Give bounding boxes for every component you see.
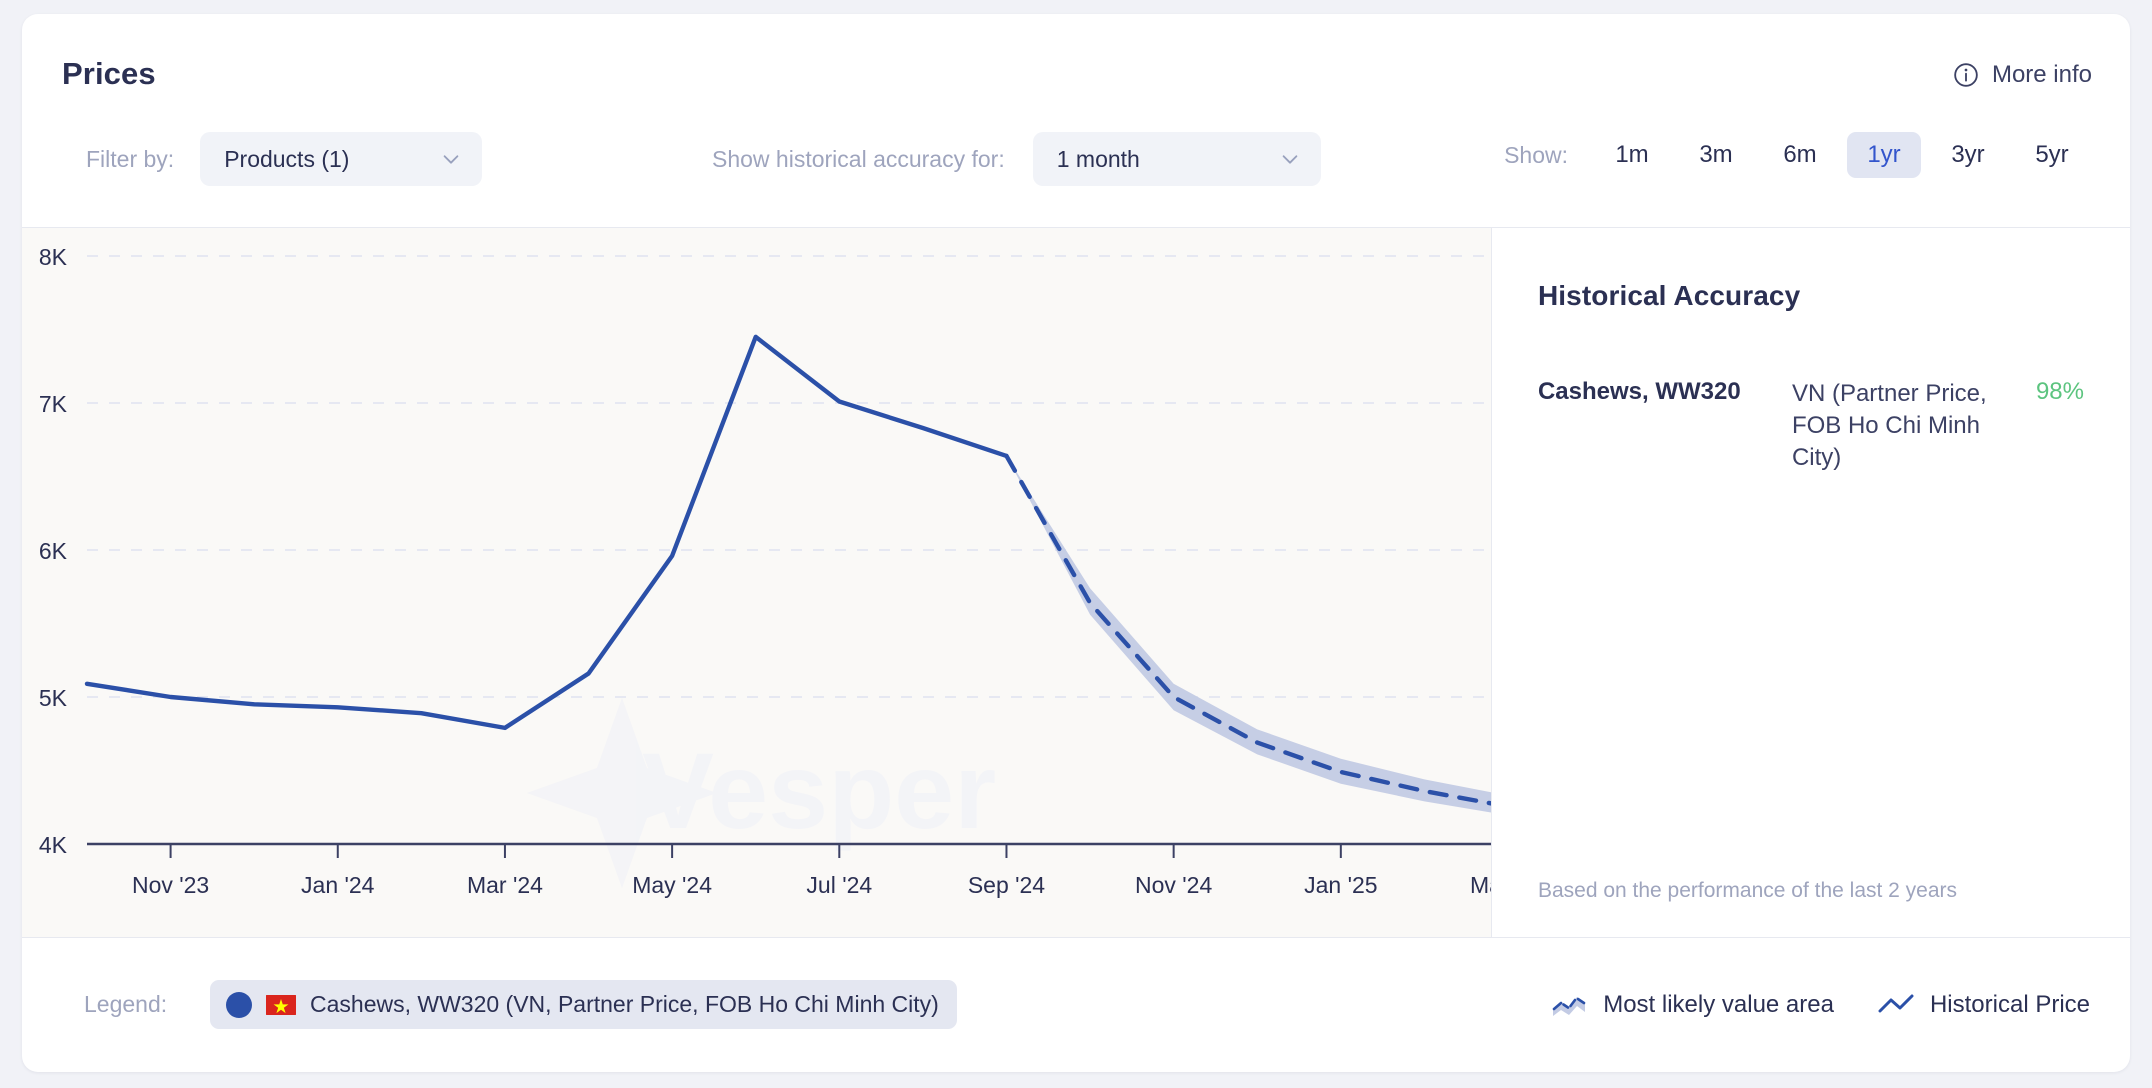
chevron-down-icon [443, 155, 459, 164]
legend-key-historical-price-label: Historical Price [1929, 990, 2090, 1018]
svg-text:8K: 8K [39, 244, 68, 270]
more-info-label: More info [1991, 61, 2092, 88]
accuracy-row: Cashews, WW320 VN (Partner Price, FOB Ho… [1538, 378, 2084, 474]
svg-text:Jul '24: Jul '24 [806, 872, 872, 898]
range-button-1yr[interactable]: 1yr [1847, 132, 1921, 178]
accuracy-product-name: Cashews, WW320 [1537, 378, 1741, 405]
products-filter-select[interactable]: Products (1) [200, 132, 483, 186]
range-button-3m[interactable]: 3m [1679, 132, 1753, 178]
filter-group: Filter by: Products (1) [86, 132, 483, 186]
legend-key-historical-price[interactable]: Historical Price [1878, 991, 2090, 1019]
svg-text:6K: 6K [39, 538, 68, 564]
card-header: Prices More info Filter by: Products (1) [22, 14, 2130, 228]
legend-key-forecast-area-label: Most likely value area [1603, 990, 1834, 1018]
legend-label: Legend: [84, 991, 168, 1017]
toolbar: Filter by: Products (1) Show historical … [22, 132, 2130, 202]
accuracy-label: Show historical accuracy for: [712, 145, 1005, 172]
svg-text:May '24: May '24 [632, 872, 712, 898]
svg-text:Mar '24: Mar '24 [467, 872, 543, 898]
range-button-1m[interactable]: 1m [1595, 132, 1669, 178]
accuracy-note: Based on the performance of the last 2 y… [1537, 879, 1958, 902]
svg-text:Mar '25: Mar '25 [1470, 872, 1492, 898]
accuracy-value: 98% [2035, 378, 2084, 405]
filter-label: Filter by: [86, 145, 175, 172]
products-filter-value: Products (1) [224, 145, 350, 172]
price-chart-svg: Vesper 4K 5K 6K 7K 8K Nov '23 Jan '24 Mar '24 May… [39, 244, 1492, 898]
legend-series-label: Cashews, WW320 (VN, Partner Price, FOB H… [310, 991, 939, 1017]
page-title: Prices [62, 56, 156, 91]
historical-accuracy-panel: Historical Accuracy Cashews, WW320 VN (P… [1491, 228, 2130, 937]
line-chart-icon [1878, 994, 1914, 1012]
price-chart[interactable]: Vesper 4K 5K 6K 7K 8K Nov '23 Jan '24 Mar '24 May… [22, 228, 1492, 937]
range-button-6m[interactable]: 6m [1763, 132, 1837, 178]
historical-accuracy-title: Historical Accuracy [1537, 280, 1801, 311]
prices-card: Prices More info Filter by: Products (1) [22, 14, 2130, 1072]
legend-series-chip[interactable]: Cashews, WW320 (VN, Partner Price, FOB H… [210, 980, 957, 1029]
range-button-5yr[interactable]: 5yr [2015, 132, 2089, 178]
show-label: Show: [1504, 141, 1568, 168]
svg-text:Nov '23: Nov '23 [132, 872, 209, 898]
chevron-down-icon [1282, 155, 1298, 164]
svg-text:4K: 4K [39, 832, 68, 858]
range-button-3yr[interactable]: 3yr [1931, 132, 2005, 178]
forecast-area-icon [1552, 996, 1586, 1016]
card-body: Vesper 4K 5K 6K 7K 8K Nov '23 Jan '24 Mar '24 May… [22, 228, 2130, 937]
legend-keys: Most likely value area Historical Price [1551, 991, 2090, 1019]
range-selector: Show: 1m 3m 6m 1yr 3yr 5yr [1504, 132, 2094, 178]
series-color-dot [226, 991, 252, 1018]
svg-text:7K: 7K [39, 391, 68, 417]
svg-text:Jan '25: Jan '25 [1304, 872, 1377, 898]
accuracy-period-value: 1 month [1056, 145, 1140, 172]
accuracy-product-description: VN (Partner Price, FOB Ho Chi Minh City) [1791, 380, 1987, 471]
vietnam-flag-icon [266, 994, 296, 1015]
svg-text:Vesper: Vesper [642, 730, 996, 851]
info-circle-icon [1954, 63, 1978, 87]
accuracy-period-select[interactable]: 1 month [1032, 132, 1321, 186]
legend-key-forecast-area[interactable]: Most likely value area [1551, 991, 1834, 1019]
legend-bar: Legend: Cashews, WW320 (VN, Partner Pric… [22, 937, 2130, 1071]
svg-text:Nov '24: Nov '24 [1135, 872, 1212, 898]
accuracy-group: Show historical accuracy for: 1 month [712, 132, 1321, 186]
svg-text:Sep '24: Sep '24 [968, 872, 1045, 898]
svg-text:Jan '24: Jan '24 [301, 872, 375, 898]
more-info-button[interactable]: More info [1953, 61, 2092, 89]
svg-text:5K: 5K [39, 685, 68, 711]
